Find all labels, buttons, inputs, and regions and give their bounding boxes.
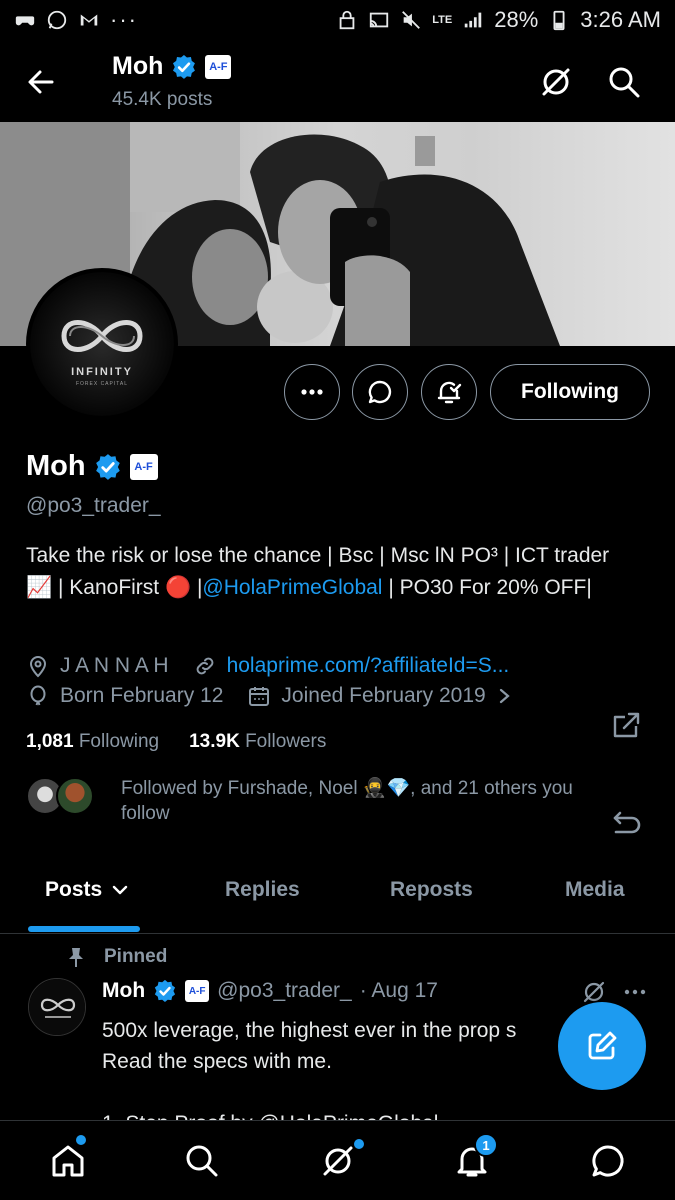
message-button[interactable] xyxy=(352,364,408,420)
tab-reposts[interactable]: Reposts xyxy=(390,878,473,902)
search-icon xyxy=(609,67,640,98)
affiliate-badge-icon: A-F xyxy=(205,54,232,79)
followed-by-avatars[interactable] xyxy=(26,777,94,815)
infinity-logo xyxy=(29,979,85,1035)
following-button[interactable]: Following xyxy=(490,364,650,420)
bell-check-icon xyxy=(437,381,462,404)
battery-icon xyxy=(553,10,565,31)
notifications-badge: 1 xyxy=(474,1133,498,1157)
pinned-label-row: Pinned xyxy=(66,945,167,969)
profile-handle: @po3_trader_ xyxy=(26,494,161,517)
share-profile-button[interactable] xyxy=(610,708,644,742)
followers-stat[interactable]: 13.9K Followers xyxy=(189,731,326,753)
grok-icon xyxy=(542,68,570,96)
verified-badge-icon xyxy=(95,453,120,480)
arrow-left-icon xyxy=(28,70,54,94)
profile-joined: Joined February 2019 xyxy=(281,684,486,707)
tab-replies[interactable]: Replies xyxy=(225,878,300,902)
following-label: Following xyxy=(78,731,160,752)
tweet-more-button[interactable] xyxy=(622,980,650,1004)
followed-by-text[interactable]: Followed by Furshade, Noel 🥷💎, and 21 ot… xyxy=(121,776,621,826)
tweet-avatar[interactable] xyxy=(28,978,86,1036)
profile-header: Moh A-F 45.4K posts xyxy=(0,40,675,122)
verified-badge-icon xyxy=(154,979,176,1002)
link-icon xyxy=(196,657,213,675)
avatar-logo-subtitle: FOREX CAPITAL xyxy=(75,381,129,387)
header-posts-count: 45.4K posts xyxy=(112,89,213,110)
clock: 3:26 AM xyxy=(580,7,661,32)
avatar-logo-title: INFINITY xyxy=(71,366,133,378)
affiliate-badge-icon: A-F xyxy=(129,453,158,480)
bottom-nav: 1 xyxy=(0,1120,675,1200)
back-button[interactable] xyxy=(22,62,62,102)
profile-name: Moh xyxy=(26,450,86,482)
avatar xyxy=(56,777,94,815)
header-name-row: Moh A-F xyxy=(112,52,232,81)
more-notifications-icon: ··· xyxy=(110,7,138,32)
signal-icon xyxy=(464,12,482,28)
tab-media[interactable]: Media xyxy=(565,878,625,902)
cast-icon xyxy=(370,12,389,28)
profile-stats: 1,081 Following 13.9K Followers xyxy=(26,731,326,753)
notifications-toggle-button[interactable] xyxy=(421,364,477,420)
more-options-button[interactable] xyxy=(284,364,340,420)
tab-posts-label: Posts xyxy=(45,878,103,901)
tweet-text-next-line: 1. Step Proof by @HolaPrimeGlobal xyxy=(102,1108,438,1120)
share-icon xyxy=(613,712,640,738)
tweet-header: Moh A-F @po3_trader_ · Aug 17 xyxy=(102,979,438,1003)
profile-name-row: Moh A-F xyxy=(26,450,158,483)
grok-unread-dot xyxy=(354,1139,364,1149)
messages-icon[interactable] xyxy=(588,1141,628,1181)
status-bar: ··· LTE 28% 3:26 AM xyxy=(0,0,675,40)
profile-location: J A N N A H xyxy=(60,654,169,677)
more-icon xyxy=(301,389,323,395)
home-icon[interactable] xyxy=(48,1141,88,1181)
search-icon[interactable] xyxy=(182,1141,222,1181)
compose-post-button[interactable] xyxy=(558,1002,646,1090)
grok-icon[interactable] xyxy=(318,1141,358,1181)
chevron-right-icon[interactable] xyxy=(496,684,514,708)
compose-icon xyxy=(588,1031,617,1060)
home-unread-dot xyxy=(76,1135,86,1145)
profile-meta-row-2: Born February 12 Joined February 2019 xyxy=(26,684,514,708)
tweet-date: · Aug 17 xyxy=(359,979,438,1002)
tab-posts[interactable]: Posts xyxy=(45,878,130,902)
verified-badge-icon xyxy=(173,54,196,79)
location-pin-icon xyxy=(29,656,47,678)
profile-website-link[interactable]: holaprime.com/?affiliateId=S... xyxy=(227,654,510,678)
affiliate-badge-icon: A-F xyxy=(185,980,210,1002)
mute-icon xyxy=(402,11,421,29)
balloon-icon xyxy=(30,685,46,706)
message-bubble-icon xyxy=(368,380,392,404)
bio-text-end: | PO30 For 20% OFF| xyxy=(382,576,592,599)
grok-button[interactable] xyxy=(536,62,576,102)
profile-meta-row-1: J A N N A H holaprime.com/?affiliateId=S… xyxy=(26,654,509,678)
pinned-label: Pinned xyxy=(104,946,168,967)
tweet-author-name[interactable]: Moh xyxy=(102,979,145,1003)
profile-bio: Take the risk or lose the chance | Bsc |… xyxy=(26,540,636,604)
followers-label: Followers xyxy=(245,731,327,752)
active-tab-indicator xyxy=(28,926,140,932)
network-type: LTE xyxy=(432,14,453,26)
following-count: 1,081 xyxy=(26,731,74,752)
more-icon xyxy=(624,989,646,995)
tweet-author-handle[interactable]: @po3_trader_ xyxy=(217,979,352,1003)
followers-count: 13.9K xyxy=(189,731,240,752)
lock-icon xyxy=(339,10,355,30)
whatsapp-icon xyxy=(47,10,67,30)
profile-tabs: Posts Replies Reposts Media xyxy=(0,852,675,934)
calendar-icon xyxy=(249,687,270,706)
bio-mention-link[interactable]: @HolaPrimeGlobal xyxy=(202,576,382,599)
battery-percent: 28% xyxy=(494,7,539,32)
profile-birthday: Born February 12 xyxy=(60,684,224,707)
infinity-logo xyxy=(30,272,174,416)
profile-avatar[interactable]: INFINITY FOREX CAPITAL xyxy=(26,268,178,420)
gmail-icon xyxy=(80,14,98,26)
pin-icon xyxy=(69,948,83,967)
search-button[interactable] xyxy=(604,62,644,102)
chevron-down-icon xyxy=(112,885,128,895)
header-name: Moh xyxy=(112,52,164,80)
following-stat[interactable]: 1,081 Following xyxy=(26,731,159,753)
game-controller-icon xyxy=(15,16,35,26)
